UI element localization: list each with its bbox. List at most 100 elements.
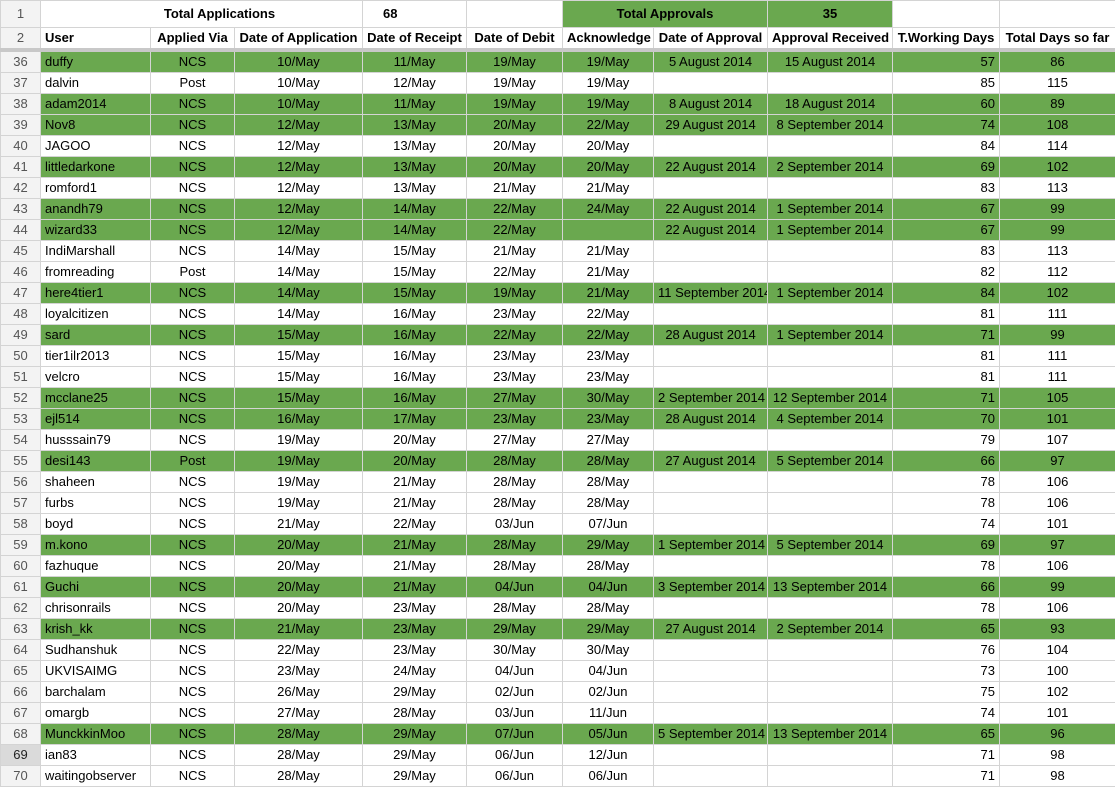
cell-date-of-debit[interactable]: 19/May [466,72,563,94]
cell-date-of-approval[interactable]: 5 August 2014 [652,49,769,73]
cell-working-days[interactable]: 71 [892,744,1001,766]
row-number[interactable]: 48 [0,303,41,325]
cell-date-of-receipt[interactable]: 13/May [362,135,467,157]
cell-applied-via[interactable]: NCS [150,135,235,157]
cell-date-of-application[interactable]: 20/May [234,576,363,598]
cell-approval-received[interactable]: 1 September 2014 [767,324,894,346]
cell-date-of-application[interactable]: 12/May [234,156,363,178]
cell-date-of-debit[interactable]: 28/May [466,450,563,472]
cell-date-of-receipt[interactable]: 13/May [362,114,467,136]
cell-date-of-application[interactable]: 16/May [234,408,363,430]
cell-working-days[interactable]: 84 [892,135,1001,157]
cell-date-of-receipt[interactable]: 16/May [362,387,467,409]
cell-date-of-application[interactable]: 15/May [234,324,363,346]
cell-acknowledge[interactable] [562,219,654,241]
row-number[interactable]: 65 [0,660,41,682]
cell-applied-via[interactable]: NCS [150,660,235,682]
cell-approval-received[interactable]: 2 September 2014 [767,156,894,178]
cell-acknowledge[interactable]: 30/May [562,639,654,661]
cell-date-of-application[interactable]: 12/May [234,198,363,220]
cell-date-of-receipt[interactable]: 20/May [362,429,467,451]
cell-working-days[interactable]: 81 [892,345,1001,367]
row-number[interactable]: 62 [0,597,41,619]
cell-date-of-debit[interactable]: 28/May [466,597,563,619]
cell-user[interactable]: omargb [40,702,151,724]
cell-approval-received[interactable] [767,513,894,535]
cell-acknowledge[interactable]: 20/May [562,135,654,157]
cell-approval-received[interactable]: 8 September 2014 [767,114,894,136]
cell-acknowledge[interactable]: 28/May [562,555,654,577]
cell-working-days[interactable]: 78 [892,492,1001,514]
cell-date-of-application[interactable]: 23/May [234,660,363,682]
row-number[interactable]: 46 [0,261,41,283]
cell-user[interactable]: mcclane25 [40,387,151,409]
cell-date-of-debit[interactable]: 23/May [466,408,563,430]
cell-user[interactable]: UKVISAIMG [40,660,151,682]
cell-date-of-debit[interactable]: 23/May [466,366,563,388]
cell-applied-via[interactable]: NCS [150,618,235,640]
cell-acknowledge[interactable]: 22/May [562,114,654,136]
row-number[interactable]: 43 [0,198,41,220]
cell-date-of-receipt[interactable]: 21/May [362,471,467,493]
cell-acknowledge[interactable]: 06/Jun [562,765,654,787]
cell-date-of-debit[interactable]: 23/May [466,345,563,367]
cell-applied-via[interactable]: NCS [150,555,235,577]
cell-date-of-approval[interactable] [652,744,769,766]
cell-total-days[interactable]: 113 [999,177,1115,199]
cell-user[interactable]: anandh79 [40,198,151,220]
cell-acknowledge[interactable]: 30/May [562,387,654,409]
row-number[interactable]: 47 [0,282,41,304]
cell-applied-via[interactable]: NCS [150,282,235,304]
cell-date-of-debit[interactable]: 04/Jun [466,660,563,682]
cell-user[interactable]: fromreading [40,261,151,283]
cell-total-days[interactable]: 102 [999,156,1115,178]
cell-working-days[interactable]: 71 [892,387,1001,409]
cell-acknowledge[interactable]: 29/May [562,618,654,640]
row-number[interactable]: 67 [0,702,41,724]
cell-acknowledge[interactable]: 19/May [562,49,654,73]
cell-date-of-approval[interactable] [652,513,769,535]
row-number[interactable]: 45 [0,240,41,262]
cell-approval-received[interactable]: 15 August 2014 [767,49,894,73]
cell-date-of-receipt[interactable]: 20/May [362,450,467,472]
cell-date-of-receipt[interactable]: 15/May [362,282,467,304]
cell-total-days[interactable]: 102 [999,282,1115,304]
cell-date-of-application[interactable]: 21/May [234,618,363,640]
cell-date-of-application[interactable]: 19/May [234,492,363,514]
cell-date-of-application[interactable]: 10/May [234,49,363,73]
cell-date-of-application[interactable]: 15/May [234,366,363,388]
cell-date-of-receipt[interactable]: 14/May [362,219,467,241]
cell-date-of-approval[interactable]: 28 August 2014 [652,408,769,430]
cell-approval-received[interactable] [767,744,894,766]
row-number[interactable]: 52 [0,387,41,409]
cell-approval-received[interactable] [767,429,894,451]
row-number[interactable]: 70 [0,765,41,787]
cell-date-of-debit[interactable]: 20/May [466,114,563,136]
cell-date-of-debit[interactable]: 22/May [466,324,563,346]
cell-applied-via[interactable]: NCS [150,576,235,598]
cell-user[interactable]: Guchi [40,576,151,598]
header-approval-received[interactable]: Approval Received [767,27,894,52]
cell-user[interactable]: romford1 [40,177,151,199]
cell-date-of-approval[interactable] [652,471,769,493]
cell-total-days[interactable]: 99 [999,219,1115,241]
row-number[interactable]: 55 [0,450,41,472]
cell-date-of-application[interactable]: 12/May [234,177,363,199]
cell-date-of-debit[interactable]: 21/May [466,177,563,199]
cell-acknowledge[interactable]: 29/May [562,534,654,556]
cell-user[interactable]: wizard33 [40,219,151,241]
cell-date-of-receipt[interactable]: 17/May [362,408,467,430]
cell-working-days[interactable]: 69 [892,156,1001,178]
cell-date-of-approval[interactable] [652,429,769,451]
cell-date-of-approval[interactable]: 29 August 2014 [652,114,769,136]
cell-date-of-debit[interactable]: 07/Jun [466,723,563,745]
row-number[interactable]: 50 [0,345,41,367]
cell-user[interactable]: desi143 [40,450,151,472]
cell-working-days[interactable]: 76 [892,639,1001,661]
cell-approval-received[interactable] [767,639,894,661]
cell-working-days[interactable]: 71 [892,324,1001,346]
header-date-of-debit[interactable]: Date of Debit [466,27,563,52]
empty-cell[interactable] [466,0,563,28]
cell-working-days[interactable]: 81 [892,303,1001,325]
row-number[interactable]: 39 [0,114,41,136]
